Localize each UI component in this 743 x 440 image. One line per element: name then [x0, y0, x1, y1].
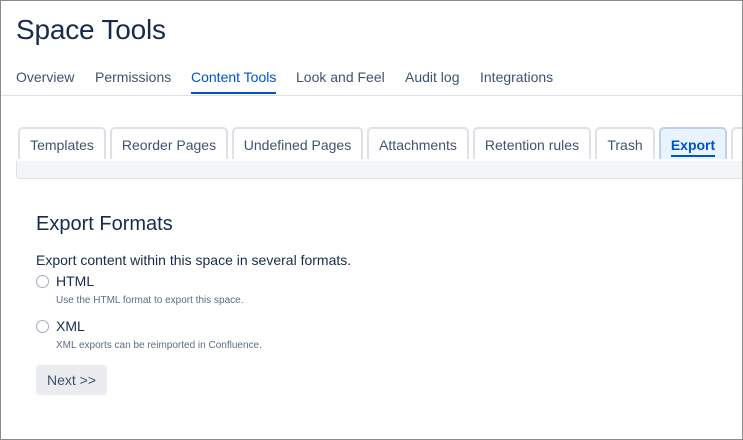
active-tab-indicator: [671, 155, 715, 157]
html-label[interactable]: HTML: [56, 273, 94, 289]
nav-overview[interactable]: Overview: [16, 69, 74, 85]
export-description: Export content within this space in seve…: [36, 252, 352, 268]
xml-radio[interactable]: [36, 320, 49, 333]
nav-content-tools[interactable]: Content Tools: [191, 69, 276, 85]
nav-look-and-feel[interactable]: Look and Feel: [296, 69, 385, 85]
tab-retention-rules[interactable]: Retention rules: [473, 127, 591, 159]
space-tools-window: Space Tools Overview Permissions Content…: [0, 0, 743, 440]
next-button[interactable]: Next >>: [36, 365, 107, 395]
option-html[interactable]: HTML: [36, 273, 236, 291]
tab-export-label: Export: [670, 137, 716, 153]
section-heading: Export Formats: [36, 213, 173, 235]
tab-export[interactable]: Export: [659, 127, 727, 159]
content-tools-tabs: Templates Reorder Pages Undefined Pages …: [1, 127, 742, 161]
active-nav-indicator: [191, 92, 276, 94]
tab-attachments[interactable]: Attachments: [367, 127, 469, 159]
page-title: Space Tools: [16, 14, 166, 45]
xml-description: XML exports can be reimported in Conflue…: [56, 340, 262, 351]
html-description: Use the HTML format to export this space…: [56, 295, 244, 306]
tab-undefined-pages[interactable]: Undefined Pages: [232, 127, 363, 159]
option-xml[interactable]: XML: [36, 318, 236, 336]
top-nav: Overview Permissions Content Tools Look …: [1, 63, 742, 96]
tab-templates[interactable]: Templates: [18, 127, 106, 159]
tab-reorder-pages[interactable]: Reorder Pages: [110, 127, 228, 159]
xml-label[interactable]: XML: [56, 318, 85, 334]
nav-permissions[interactable]: Permissions: [95, 69, 171, 85]
nav-audit-log[interactable]: Audit log: [405, 69, 459, 85]
tab-overflow[interactable]: [731, 127, 742, 159]
html-radio[interactable]: [36, 275, 49, 288]
tab-trash[interactable]: Trash: [595, 127, 655, 159]
tab-panel-header: [16, 161, 742, 179]
nav-integrations[interactable]: Integrations: [480, 69, 553, 85]
